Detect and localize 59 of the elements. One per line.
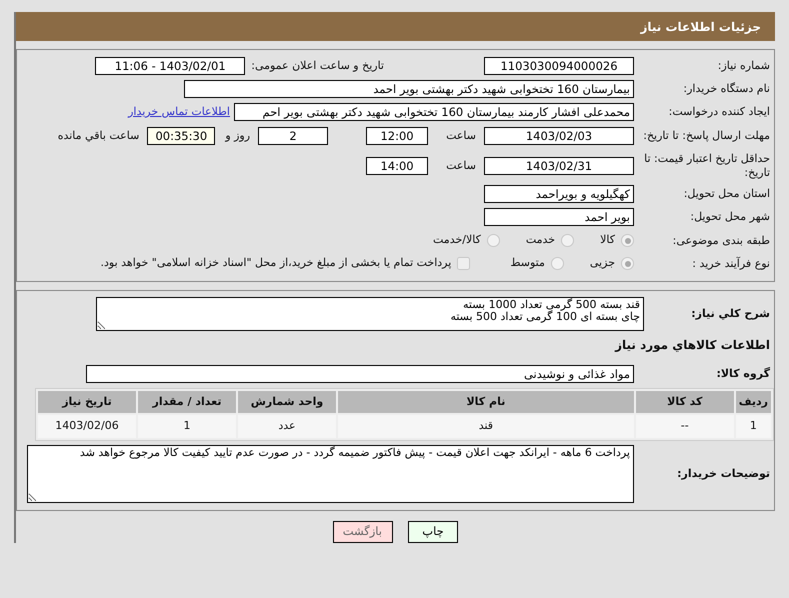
field-label: ایجاد کننده درخواست:	[668, 105, 771, 119]
announce-date-field[interactable]: 1403/02/01 - 11:06	[95, 57, 246, 75]
radio-label: کالا/خدمت	[433, 232, 481, 248]
column-header: واحد شمارش	[237, 390, 337, 414]
city-field[interactable]: بویر احمد	[484, 208, 634, 226]
print-button[interactable]: چاپ	[408, 520, 458, 542]
field-label: تاریخ و ساعت اعلان عمومی:	[251, 58, 384, 74]
column-header: تاریخ نیاز	[37, 390, 137, 414]
contact-link[interactable]: اطلاعات تماس خریدار	[128, 104, 230, 120]
table-cell: قند	[337, 414, 635, 438]
days-label: روز و	[225, 128, 250, 144]
field-label: حداقل تاریخ اعتبار قیمت: تا تاریخ:	[643, 152, 771, 180]
field-label: نوع فرآیند خرید :	[691, 256, 771, 270]
time-label: ساعت	[446, 158, 476, 174]
radio-button[interactable]	[621, 234, 634, 247]
remaining-label: ساعت باقي مانده	[58, 128, 140, 144]
field-label: شهر محل تحویل:	[689, 210, 771, 224]
column-header: تعداد / مقدار	[137, 390, 237, 414]
radio-label: خدمت	[526, 232, 556, 248]
column-header: کد کالا	[634, 390, 735, 414]
table-cell: 1403/02/06	[37, 414, 137, 438]
field-label: استان محل تحویل:	[682, 186, 771, 200]
time-field[interactable]: 14:00	[366, 156, 428, 175]
remaining-time-field[interactable]: 00:35:30	[147, 127, 216, 145]
radio-button[interactable]	[550, 257, 564, 270]
radio-button[interactable]	[486, 234, 500, 247]
table-cell: عدد	[237, 414, 337, 438]
time-field[interactable]: 12:00	[366, 127, 428, 145]
province-field[interactable]: کهگیلویه و بویراحمد	[484, 184, 634, 202]
field-label: توضیحات خریدار:	[676, 466, 771, 480]
goods-group-field[interactable]: مواد غذائی و نوشیدنی	[86, 364, 634, 382]
date-field[interactable]: 1403/02/03	[484, 127, 634, 145]
radio-label: جزیی	[590, 255, 615, 272]
table-cell: 1	[734, 414, 772, 438]
payment-note: پرداخت تمام یا بخشی از مبلغ خرید،از محل "اسناد خزانه اسلامی" خواهد بود.	[100, 255, 452, 272]
back-button[interactable]: بازگشت	[333, 520, 393, 542]
buyer-notes-field[interactable]: پرداخت 6 ماهه - ایرانکد جهت اعلان قیمت - پیش فاکتور ضمیمه گردد - در صورت عدم تایید کیفیت کالا مرجوع خواهد شد	[27, 444, 634, 502]
page-header: جزئیات اطلاعات نیاز	[16, 12, 775, 41]
radio-button[interactable]	[621, 257, 634, 270]
days-field[interactable]: 2	[258, 127, 328, 145]
need-number-field[interactable]: 1103030094000026	[484, 57, 634, 75]
field-label: شماره نیاز:	[716, 59, 771, 73]
column-header: رديف	[734, 390, 772, 414]
field-label: طبقه بندی موضوعی:	[672, 234, 771, 248]
field-label: گروه کالا:	[715, 366, 771, 380]
radio-label: کالا	[600, 232, 615, 248]
column-header: نام کالا	[337, 390, 635, 414]
table-cell: 1	[137, 414, 237, 438]
radio-button[interactable]	[561, 234, 574, 247]
date-field[interactable]: 1403/02/31	[484, 156, 634, 175]
radio-label: متوسط	[510, 255, 545, 272]
field-label: نام دستگاه خریدار:	[682, 82, 771, 96]
buyer-org-field[interactable]: بیمارستان 160 تختخوابی شهید دکتر بهشتی بویر احمد	[184, 80, 634, 98]
requester-field[interactable]: محمدعلی افشار کارمند بیمارستان 160 تختخوابی شهید دکتر بهشتی بویر احم	[234, 103, 634, 121]
field-label: مهلت ارسال پاسخ: تا تاریخ:	[642, 129, 771, 143]
table-cell: --	[634, 414, 735, 438]
time-label: ساعت	[446, 128, 476, 144]
description-field[interactable]: قند بسته 500 گرمی تعداد 1000 بسته چای بسته ای 100 گرمی تعداد 500 بسته	[96, 296, 644, 330]
section-heading: اطلاعات کالاهاي مورد نياز	[614, 336, 771, 354]
